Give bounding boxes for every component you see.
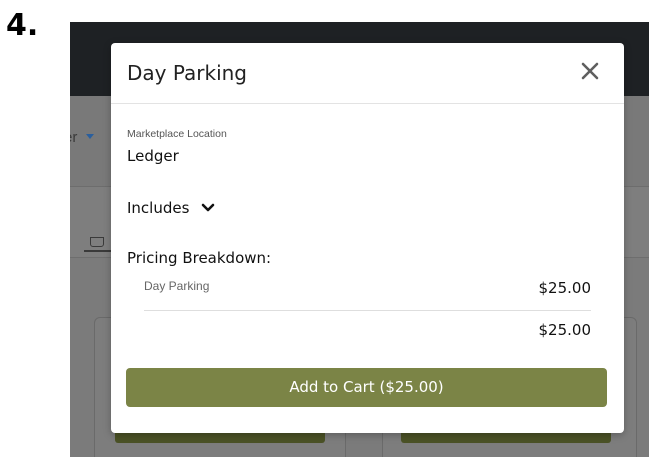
caret-down-icon <box>86 134 94 139</box>
location-dropdown-text[interactable]: er <box>70 129 77 146</box>
add-to-cart-button[interactable]: Add to Cart ($25.00) <box>126 368 607 407</box>
chevron-down-icon <box>201 199 215 217</box>
marketplace-location-value: Ledger <box>127 147 179 165</box>
close-icon[interactable] <box>578 59 602 83</box>
line-item-name: Day Parking <box>144 279 210 293</box>
cup-icon-underline <box>84 250 114 252</box>
modal-header: Day Parking <box>111 43 624 104</box>
marketplace-location-label: Marketplace Location <box>127 128 227 140</box>
pricing-divider <box>144 310 591 311</box>
modal-title: Day Parking <box>127 61 247 85</box>
cup-icon <box>90 237 104 247</box>
step-number: 4. <box>6 8 39 43</box>
total-price: $25.00 <box>538 321 592 339</box>
includes-toggle[interactable]: Includes <box>127 199 215 217</box>
product-modal: Day Parking Marketplace Location Ledger … <box>111 43 624 433</box>
line-item-price: $25.00 <box>538 279 592 297</box>
pricing-breakdown-title: Pricing Breakdown: <box>127 249 272 267</box>
includes-label: Includes <box>127 199 190 217</box>
